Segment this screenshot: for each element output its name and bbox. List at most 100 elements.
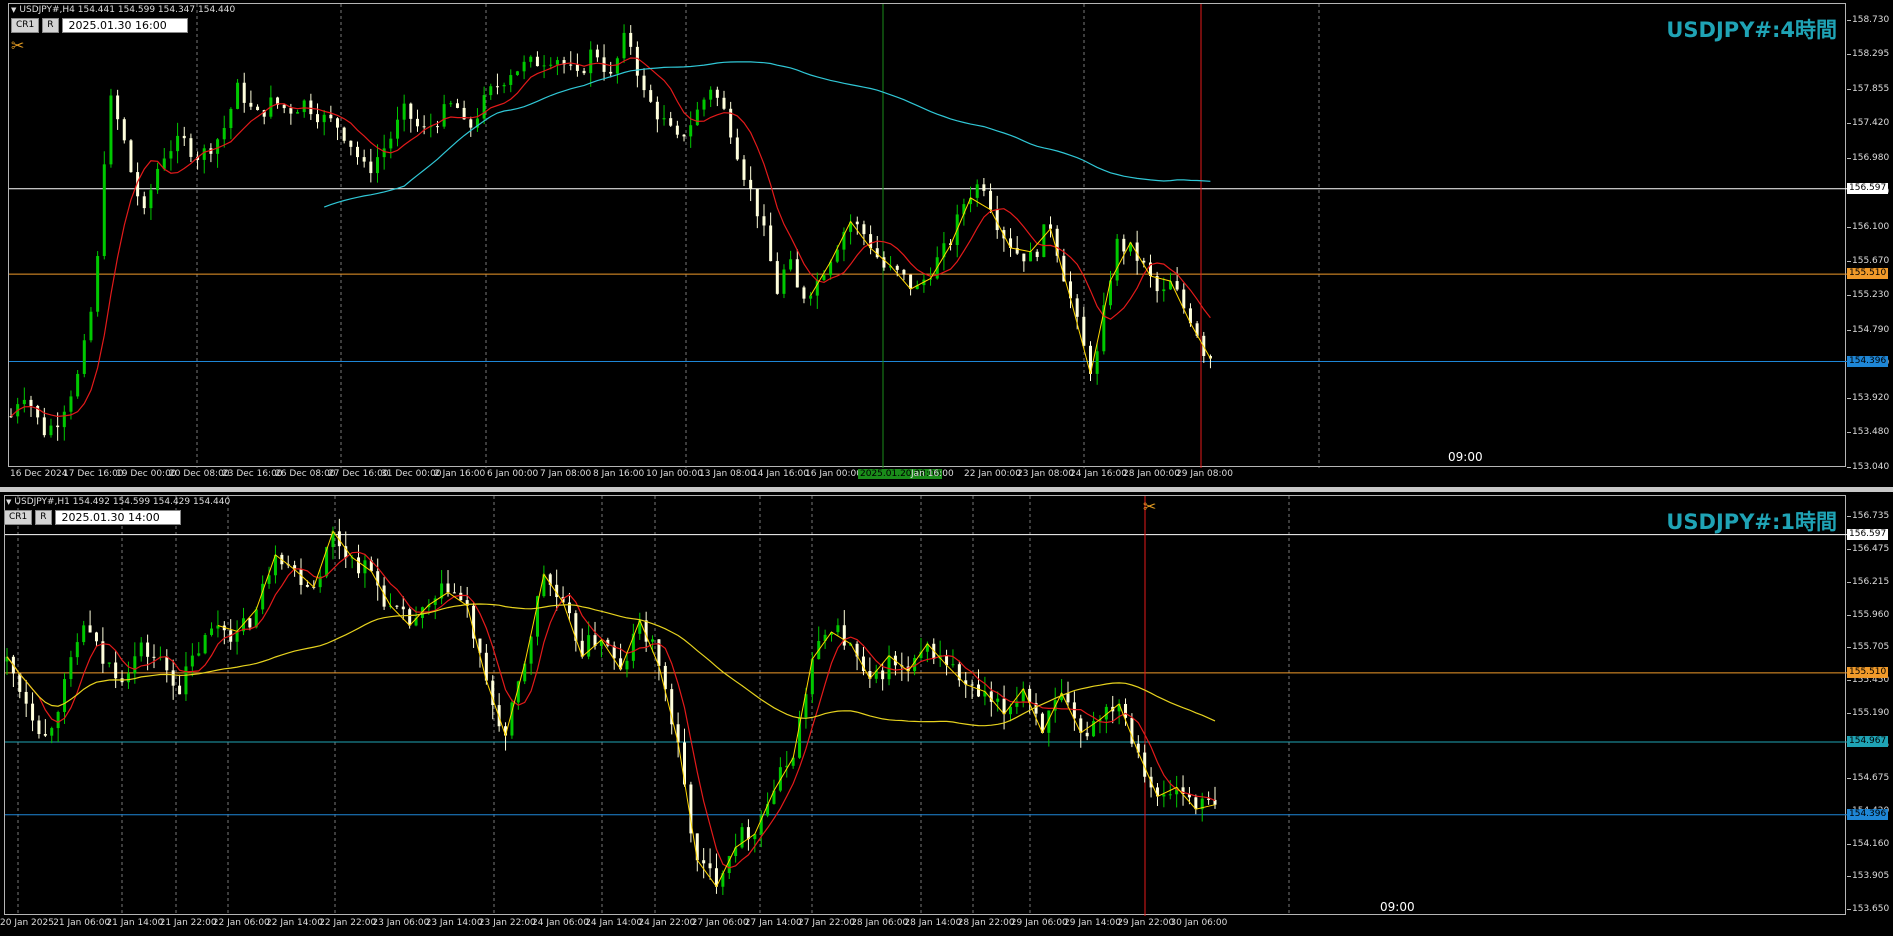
chart-h4-pane[interactable]: ▼ USDJPY#,H4 154.441 154.599 154.347 154.…	[0, 0, 1893, 487]
time-tick-label: 6 Jan 00:00	[487, 469, 539, 479]
candle-body	[357, 557, 361, 574]
candle-body	[389, 138, 393, 149]
candle-body	[139, 642, 143, 657]
candle-body	[178, 685, 182, 695]
candle-body	[1115, 238, 1119, 281]
time-tick-label: 28 Jan 00:00	[1123, 469, 1180, 479]
candle-body	[970, 684, 974, 686]
candle-body	[43, 734, 47, 736]
candle-body	[887, 655, 891, 680]
price-tick-label: 155.190	[1846, 707, 1890, 718]
chart-h1-symbol-info: ▼ USDJPY#,H1 154.492 154.599 154.429 154.…	[6, 497, 230, 507]
chart-h1-plot-area[interactable]	[4, 495, 1847, 916]
candle-body	[909, 274, 913, 290]
chart-h4-time-axis[interactable]: 16 Dec 2024 17 Dec 16:00 19 Dec 00:00 20 De…	[8, 467, 1846, 483]
candle-body	[116, 95, 120, 120]
candle-body	[762, 216, 766, 226]
candle-body	[316, 114, 320, 123]
candle-body	[989, 190, 993, 210]
candle-body	[402, 103, 406, 120]
candle-body	[210, 628, 214, 635]
candle-body	[769, 225, 773, 262]
crosshair-tool-icon[interactable]: ✂	[11, 36, 24, 55]
candle-body	[152, 656, 156, 658]
candle-body	[375, 157, 379, 174]
chart-h4-ohlc-text: USDJPY#,H4 154.441 154.599 154.347 154.4…	[19, 5, 236, 15]
candle-body	[702, 860, 706, 864]
candle-body	[1042, 224, 1046, 258]
candle-body	[82, 625, 86, 643]
time-tick-label: 21 Jan 06:00	[53, 918, 111, 928]
candle-body	[190, 655, 194, 667]
candle-body	[362, 157, 366, 162]
time-tick-label: 14 Jan 16:00	[752, 469, 809, 479]
chart-h4-symbol-info: ▼ USDJPY#,H4 154.441 154.599 154.347 154.…	[11, 5, 235, 15]
candle-body	[176, 135, 180, 152]
candle-body	[336, 118, 340, 128]
time-tick-label: 2 Jan 16:00	[434, 469, 486, 479]
candle-body	[522, 61, 526, 72]
price-level-badge: 155.510	[1847, 666, 1889, 678]
candle-body	[625, 660, 629, 670]
collapse-triangle-icon[interactable]: ▼	[6, 498, 11, 506]
candle-body	[126, 673, 130, 683]
cr1-button[interactable]: CR1	[11, 18, 40, 33]
r-button[interactable]: R	[42, 18, 59, 33]
cr1-button[interactable]: CR1	[4, 510, 33, 525]
price-tick-label: 156.215	[1846, 577, 1890, 588]
time-tick-label: 10 Jan 00:00	[646, 469, 703, 479]
candle-body	[1082, 316, 1086, 346]
chart-h4-canvas[interactable]	[9, 4, 1847, 468]
time-tick-label: 21 Jan 14:00	[106, 918, 164, 928]
candle-body	[1022, 253, 1026, 262]
candle-body	[169, 151, 173, 159]
candle-body	[689, 125, 693, 137]
chart-h4-price-axis[interactable]: 158.730 158.295 157.855 157.420 156.980 156.5…	[1846, 3, 1893, 472]
candle-body	[708, 863, 712, 869]
candle-body	[63, 679, 67, 713]
candle-body	[502, 84, 506, 87]
datetime-field[interactable]: 2025.01.30 14:00	[54, 510, 181, 525]
candle-body	[36, 405, 40, 418]
candle-body	[881, 670, 885, 680]
candle-body	[56, 425, 60, 428]
chart-h1-time-axis[interactable]: 20 Jan 2025 21 Jan 06:00 21 Jan 14:00 21 Ja…	[0, 916, 1846, 932]
chart-h1-canvas[interactable]	[5, 496, 1847, 916]
price-tick-label: 155.960	[1846, 609, 1890, 620]
candle-body	[408, 609, 412, 626]
candle-body	[22, 399, 26, 405]
candle-body	[305, 584, 309, 587]
candle-body	[675, 125, 679, 135]
candle-body	[69, 396, 73, 412]
time-tick-label: 27 Jan 22:00	[798, 918, 855, 928]
candle-body	[109, 95, 113, 165]
chart-h4-plot-area[interactable]	[8, 3, 1847, 468]
candle-body	[248, 618, 252, 628]
collapse-triangle-icon[interactable]: ▼	[11, 6, 16, 14]
r-button[interactable]: R	[35, 510, 52, 525]
candle-body	[222, 128, 226, 140]
candle-body	[1175, 281, 1179, 290]
candle-body	[629, 32, 633, 47]
candle-body	[982, 184, 986, 191]
candle-body	[94, 632, 98, 642]
candle-body	[37, 720, 41, 735]
candle-body	[555, 60, 559, 65]
candle-body	[582, 70, 586, 74]
chart-h1-price-axis[interactable]: 156.735 156.475 156.215 155.960 155.705 155.4…	[1846, 495, 1893, 915]
candle-body	[76, 373, 80, 397]
candle-body	[171, 670, 175, 686]
candle-body	[182, 135, 186, 139]
time-tick-label: 26 Dec 08:00	[275, 469, 336, 479]
chart-h1-pane[interactable]: ▼ USDJPY#,H1 154.492 154.599 154.429 154.…	[0, 492, 1893, 936]
candle-body	[435, 126, 439, 128]
candle-body	[459, 592, 463, 601]
candle-body	[56, 712, 60, 729]
candle-body	[1085, 732, 1089, 737]
crosshair-tool-icon[interactable]: ✂	[1143, 497, 1156, 516]
datetime-field[interactable]: 2025.01.30 16:00	[61, 18, 188, 33]
time-tick-label: 29 Jan 14:00	[1064, 918, 1121, 928]
price-tick-label: 154.790	[1846, 324, 1890, 335]
candle-body	[229, 108, 233, 129]
time-tick-label: 27 Dec 16:00	[328, 469, 389, 479]
